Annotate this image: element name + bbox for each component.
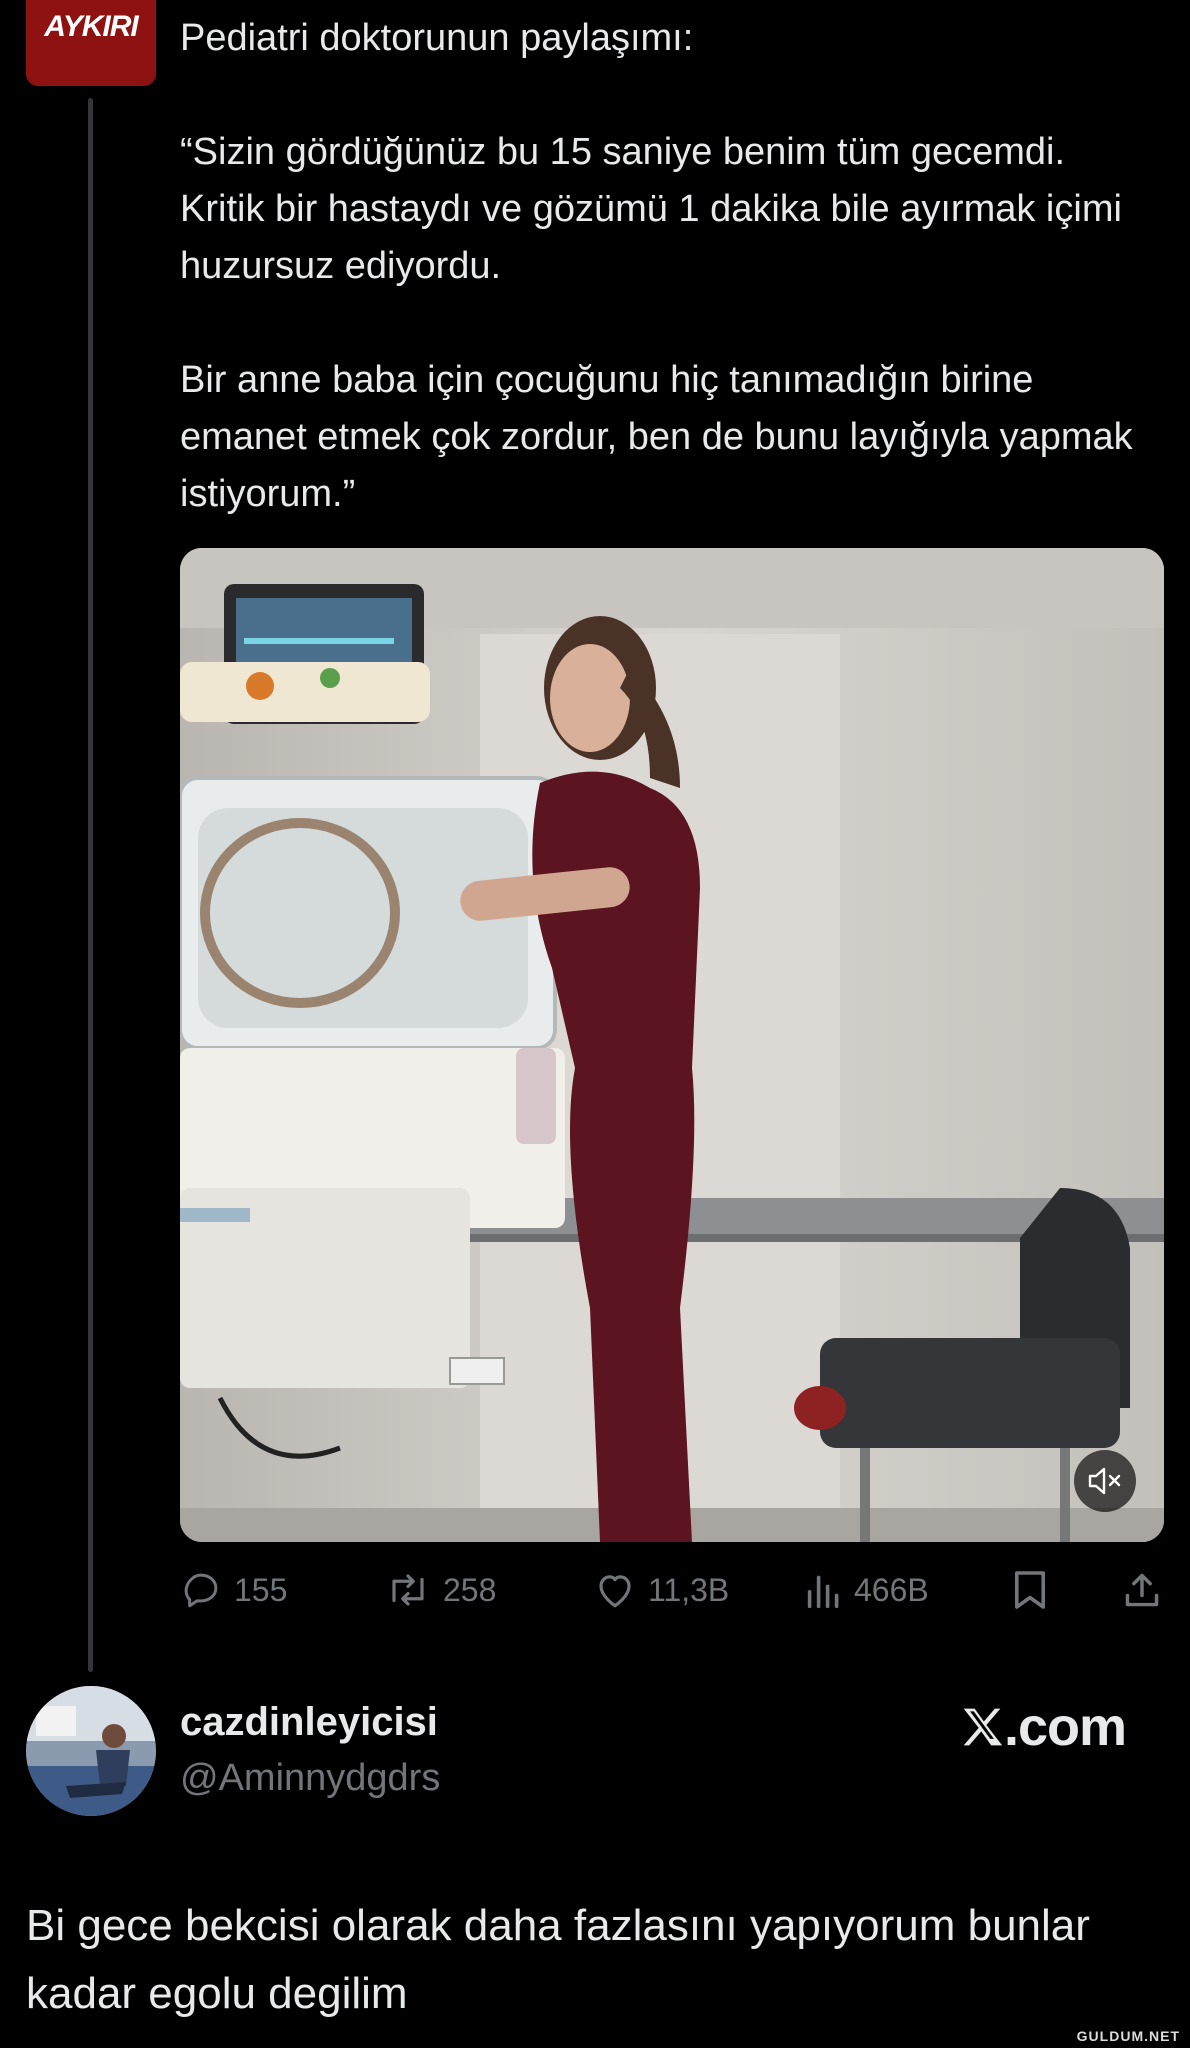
reply-tweet-text: Bi gece bekcisi olarak daha fazlasını ya… (26, 1901, 1090, 2018)
avatar[interactable] (26, 1686, 156, 1816)
views-chart-icon (807, 1575, 839, 1608)
reply-bubble-icon (184, 1573, 218, 1608)
tweet-paragraph: Bir anne baba için çocuğunu hiç tanımadı… (180, 359, 1133, 515)
heart-icon (599, 1575, 631, 1608)
avatar-photo (26, 1686, 156, 1816)
views-button[interactable]: 466B (806, 1564, 929, 1616)
x-logo-icon (963, 1708, 1003, 1746)
reply-author-handle[interactable]: @Aminnydgdrs (180, 1757, 440, 1800)
reply-author-name[interactable]: cazdinleyicisi (180, 1700, 438, 1745)
view-count: 466B (854, 1571, 929, 1608)
muted-speaker-icon (1088, 1467, 1121, 1495)
aykiri-logo[interactable]: AYKIRI (26, 0, 156, 86)
x-com-label: .com (1004, 1697, 1127, 1757)
mute-toggle-button[interactable] (1074, 1450, 1136, 1512)
tweet-video[interactable] (180, 548, 1164, 1542)
tweet-paragraph: “Sizin gördüğünüz bu 15 saniye benim tüm… (180, 131, 1122, 287)
tweet-action-bar: 155 258 11,3B 466B (180, 1564, 1164, 1616)
site-watermark: GULDUM.NET (1076, 2028, 1180, 2044)
x-com-brand: .com (960, 1696, 1127, 1758)
like-count: 11,3B (648, 1571, 730, 1608)
thread-connector-line (88, 98, 93, 1672)
repost-icon (392, 1574, 424, 1606)
repost-button[interactable]: 258 (385, 1564, 496, 1616)
repost-count: 258 (443, 1571, 497, 1608)
bookmark-button[interactable] (1013, 1564, 1059, 1616)
share-button[interactable] (1122, 1564, 1174, 1616)
share-icon (1125, 1573, 1159, 1607)
like-button[interactable]: 11,3B (594, 1564, 729, 1616)
bookmark-icon (1014, 1571, 1046, 1609)
video-frame-illustration (180, 548, 1164, 1542)
tweet-body: Pediatri doktorunun paylaşımı: “Sizin gö… (180, 10, 1140, 523)
reply-button[interactable]: 155 (180, 1564, 287, 1616)
tweet-paragraph: Pediatri doktorunun paylaşımı: (180, 17, 694, 59)
reply-count: 155 (234, 1571, 288, 1608)
